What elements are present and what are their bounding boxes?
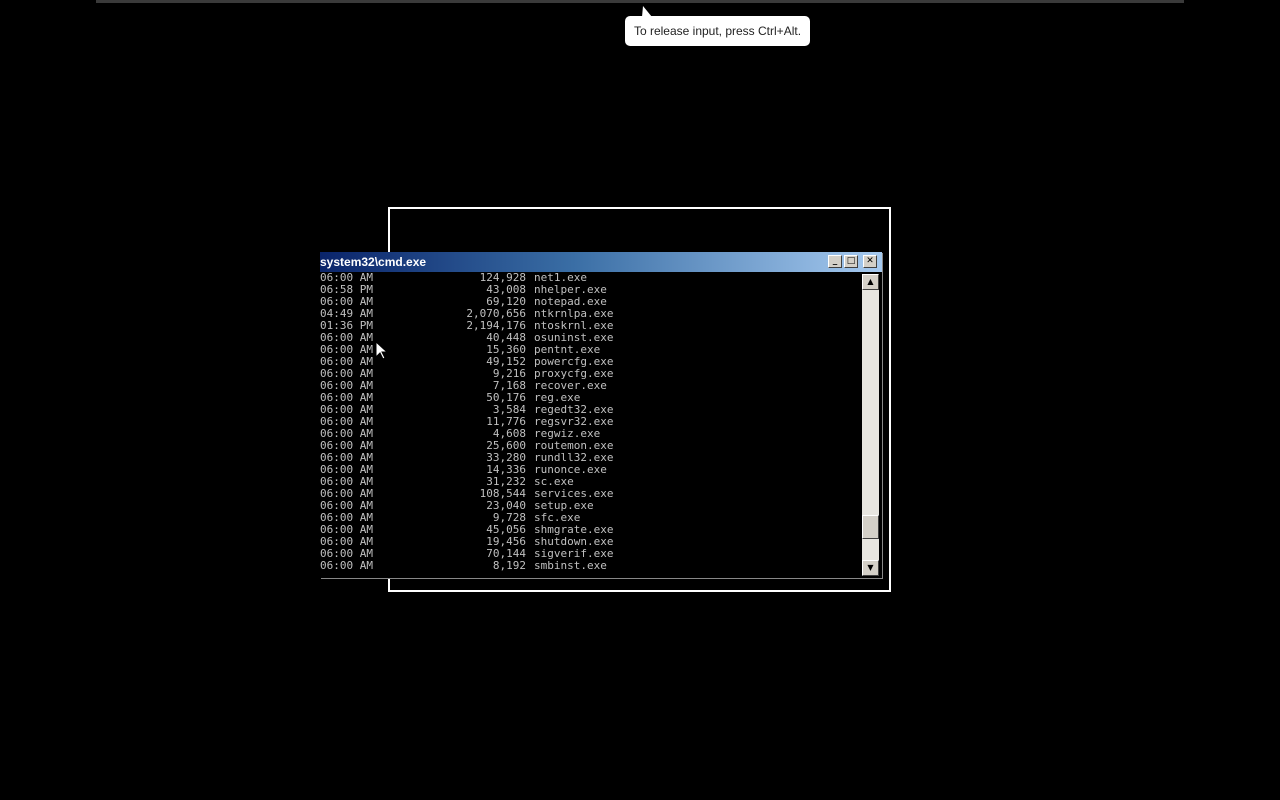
file-name: smbinst.exe: [534, 559, 607, 572]
vertical-scrollbar[interactable]: ▲ ▼: [862, 274, 879, 576]
arrow-up-icon: ▲: [867, 277, 874, 286]
release-input-tooltip: To release input, press Ctrl+Alt.: [625, 16, 810, 46]
console-line: 06:00 AM 23,040 setup.exe: [320, 500, 862, 512]
vm-top-bar: [96, 0, 1184, 3]
scroll-down-button[interactable]: ▼: [862, 560, 879, 576]
title-bar[interactable]: system32\cmd.exe _ □ ✕: [320, 252, 882, 272]
arrow-down-icon: ▼: [867, 563, 874, 572]
close-button[interactable]: ✕: [863, 255, 877, 268]
file-size: 8,192: [492, 559, 526, 572]
scroll-thumb[interactable]: [862, 515, 879, 539]
file-time: 06:00 AM: [320, 559, 373, 572]
close-icon: ✕: [866, 256, 874, 266]
window-title: system32\cmd.exe: [320, 255, 427, 269]
cmd-window[interactable]: system32\cmd.exe _ □ ✕ 06:00 AM 124,928 ne…: [320, 252, 882, 578]
tooltip-text: To release input, press Ctrl+Alt.: [633, 24, 802, 38]
minimize-button[interactable]: _: [828, 255, 842, 268]
scroll-up-button[interactable]: ▲: [862, 274, 879, 290]
maximize-icon: □: [846, 256, 856, 266]
maximize-button[interactable]: □: [844, 255, 858, 268]
console-line: 06:00 AM 14,336 runonce.exe: [320, 464, 862, 476]
minimize-icon: _: [832, 256, 838, 266]
console-line: 06:00 AM 8,192 smbinst.exe: [320, 560, 862, 572]
console-output[interactable]: 06:00 AM 124,928 net1.exe 06:58 PM 43,008 nhe…: [320, 272, 862, 576]
console-line: 06:00 AM 7,168 recover.exe: [320, 380, 862, 392]
